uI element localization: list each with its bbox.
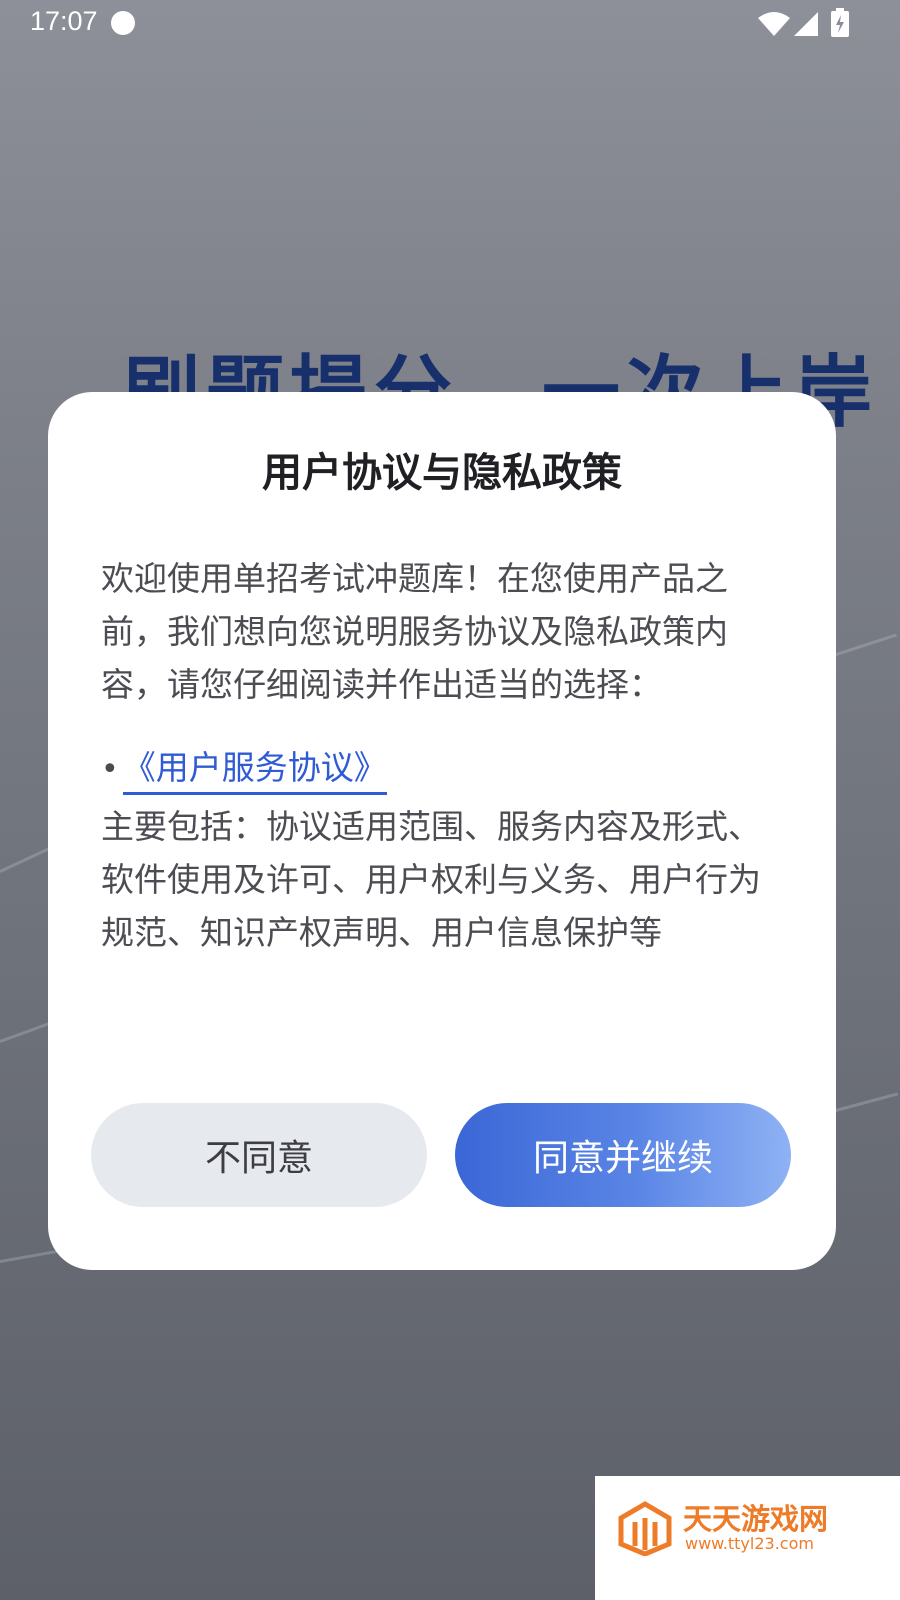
wifi-icon [758,12,790,36]
cell-signal-icon [794,12,818,36]
dialog-actions: 不同意 同意并继续 [91,1103,791,1207]
cat-face-icon [111,11,135,35]
ttyl-logo-icon [618,1501,672,1556]
status-icons [756,8,856,40]
intro-text: 欢迎使用单招考试冲题库！在您使用产品之前，我们想向您说明服务协议及隐私政策内容，… [101,559,728,704]
battery-charging-icon [831,8,849,37]
user-service-agreement-link[interactable]: 《用户服务协议》 [122,744,387,795]
watermark-title: 天天游戏网 [683,1502,829,1536]
site-watermark: 天天游戏网 www.ttyl23.com [595,1476,900,1600]
status-bar: 17:07 [0,0,900,48]
bullet-mark: • [101,752,119,787]
agreement-summary-text: 主要包括：协议适用范围、服务内容及形式、软件使用及许可、用户权利与义务、用户行为… [101,807,761,952]
background-decor-line [831,1092,899,1113]
dialog-title: 用户协议与隐私政策 [262,450,622,496]
background-decor-line [0,1249,60,1263]
agree-continue-button[interactable]: 同意并继续 [455,1103,791,1207]
agreement-link-row: • 《用户服务协议》 [101,744,761,795]
watermark-url: www.ttyl23.com [685,1534,814,1553]
dialog-scroll-content[interactable]: 欢迎使用单招考试冲题库！在您使用产品之前，我们想向您说明服务协议及隐私政策内容，… [101,552,761,1054]
privacy-dialog: 用户协议与隐私政策 欢迎使用单招考试冲题库！在您使用产品之前，我们想向您说明服务… [48,392,836,1270]
status-time: 17:07 [30,6,98,36]
background-decor-line [829,633,898,658]
disagree-button[interactable]: 不同意 [91,1103,427,1207]
